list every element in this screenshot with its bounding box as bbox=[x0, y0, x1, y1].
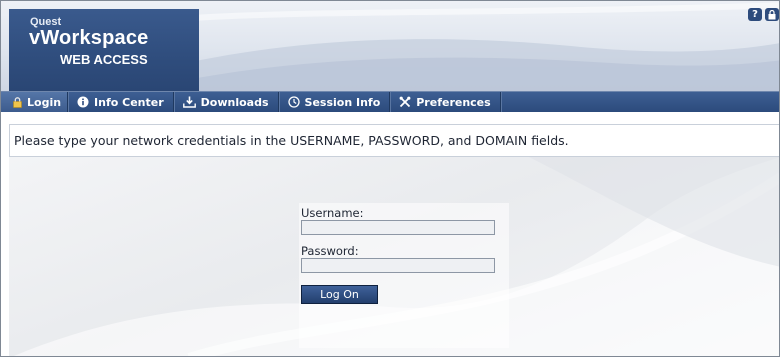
header-toolbar: ? bbox=[748, 8, 779, 21]
tab-preferences[interactable]: Preferences bbox=[390, 92, 501, 112]
login-content-area bbox=[9, 157, 779, 356]
info-icon bbox=[77, 96, 89, 108]
tab-login-label: Login bbox=[27, 95, 62, 109]
tools-icon bbox=[399, 96, 411, 108]
header: Quest vWorkspace WEB ACCESS ? bbox=[1, 1, 779, 91]
tab-session-info-label: Session Info bbox=[304, 95, 381, 109]
info-message: Please type your network credentials in … bbox=[14, 133, 569, 148]
help-icon[interactable]: ? bbox=[748, 8, 762, 21]
lock-icon bbox=[13, 96, 22, 108]
tab-session-info[interactable]: Session Info bbox=[279, 92, 391, 112]
password-label: Password: bbox=[301, 244, 359, 258]
brand-subtitle: WEB ACCESS bbox=[60, 52, 148, 67]
tab-downloads-label: Downloads bbox=[200, 95, 269, 109]
tab-info-center-label: Info Center bbox=[94, 95, 164, 109]
username-label: Username: bbox=[301, 206, 364, 220]
tab-info-center[interactable]: Info Center bbox=[68, 92, 174, 112]
password-input[interactable] bbox=[301, 258, 495, 273]
brand-product: vWorkspace bbox=[29, 27, 149, 49]
info-message-bar: Please type your network credentials in … bbox=[9, 124, 779, 157]
header-swoosh-decoration bbox=[151, 2, 779, 91]
clock-icon bbox=[287, 96, 300, 108]
username-input[interactable] bbox=[301, 220, 495, 235]
download-icon bbox=[182, 96, 196, 108]
tab-login[interactable]: Login bbox=[1, 92, 69, 112]
tab-downloads[interactable]: Downloads bbox=[174, 92, 279, 112]
tab-preferences-label: Preferences bbox=[416, 95, 491, 109]
log-on-button[interactable]: Log On bbox=[301, 285, 378, 304]
lock-icon[interactable] bbox=[765, 8, 779, 21]
app-window: Quest vWorkspace WEB ACCESS ? Login Info… bbox=[0, 0, 780, 357]
main-nav: Login Info Center Downloads Session Info bbox=[1, 91, 779, 112]
